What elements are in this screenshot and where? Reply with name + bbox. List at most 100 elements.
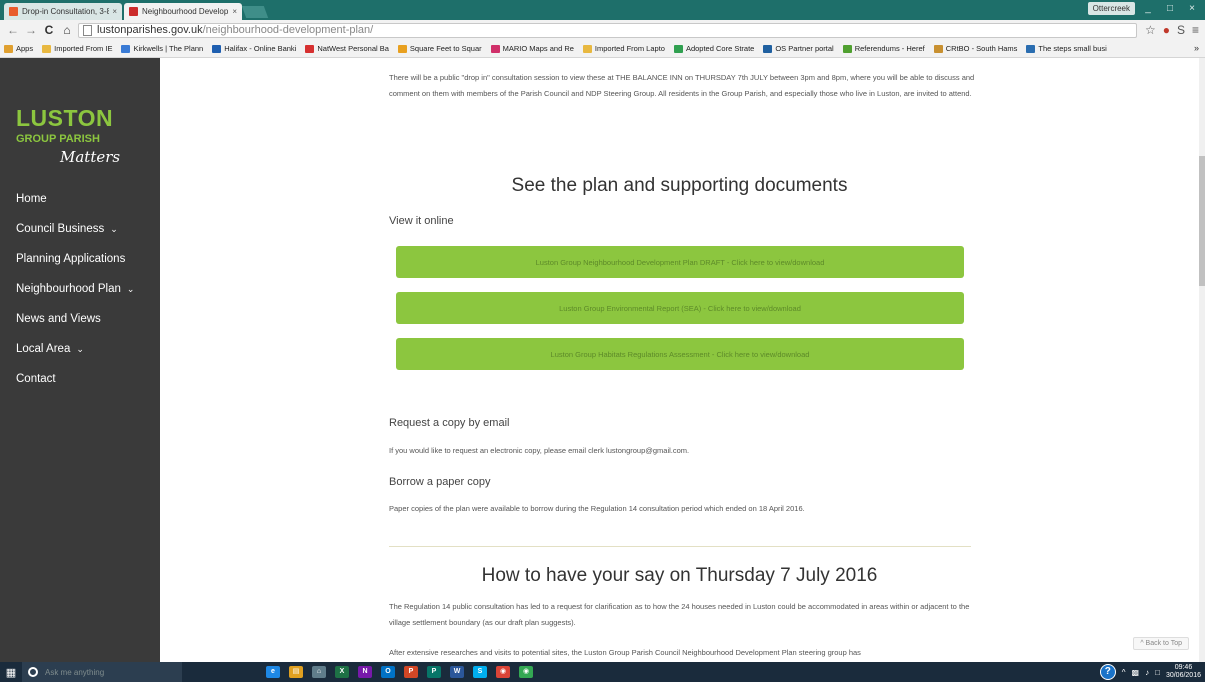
- bookmarks-overflow-icon[interactable]: »: [1194, 43, 1199, 53]
- browser-toolbar: ← → C ⌂ lustonparishes.gov.uk/neighbourh…: [0, 20, 1205, 40]
- nav-item-home[interactable]: Home: [0, 184, 160, 214]
- folder-icon: [42, 44, 52, 53]
- minimize-button[interactable]: _: [1139, 2, 1157, 15]
- person-icon: [1026, 44, 1036, 53]
- site-logo[interactable]: LUSTON GROUP PARISH Matters: [16, 106, 120, 166]
- browser-tab-active[interactable]: Neighbourhood Develop ×: [124, 3, 242, 20]
- back-arrow-icon[interactable]: ←: [6, 23, 20, 37]
- cortana-icon: [28, 667, 38, 677]
- notification-icon[interactable]: □: [1155, 668, 1160, 677]
- environmental-report-download-button[interactable]: Luston Group Environmental Report (SEA) …: [396, 292, 964, 324]
- browser-tabstrip: Drop-in Consultation, 3-8 × Neighbourhoo…: [0, 0, 1205, 20]
- forward-arrow-icon[interactable]: →: [24, 23, 38, 37]
- section-divider: [389, 546, 971, 547]
- have-your-say-heading: How to have your say on Thursday 7 July …: [481, 565, 878, 586]
- tab-close-icon[interactable]: ×: [232, 7, 237, 16]
- profile-button[interactable]: Ottercreek: [1087, 2, 1135, 15]
- plan-heading: See the plan and supporting documents: [511, 175, 848, 196]
- os-icon: [763, 44, 773, 53]
- draft-plan-download-button[interactable]: Luston Group Neighbourhood Development P…: [396, 246, 964, 278]
- favicon-icon: [129, 7, 138, 16]
- windows-start-icon[interactable]: ▦: [0, 666, 22, 679]
- research-paragraph: After extensive researches and visits to…: [389, 648, 861, 657]
- tab-title: Neighbourhood Develop: [142, 7, 229, 16]
- close-window-button[interactable]: ×: [1183, 2, 1201, 15]
- habitats-assessment-download-button[interactable]: Luston Group Habitats Regulations Assess…: [396, 338, 964, 370]
- bookmark-item[interactable]: CRtBO - South Hams: [933, 44, 1017, 53]
- bookmark-item[interactable]: The steps small busi: [1026, 44, 1107, 53]
- new-tab-button[interactable]: [241, 6, 269, 18]
- bookmark-item[interactable]: Imported From Lapto: [582, 44, 665, 53]
- page-icon: [121, 44, 131, 53]
- nav-item-local-area[interactable]: Local Area ⌄: [0, 334, 160, 364]
- bookmark-item[interactable]: Kirkwells | The Plann: [121, 44, 203, 53]
- map-icon: [490, 44, 500, 53]
- edge-icon[interactable]: e: [266, 666, 280, 678]
- request-copy-text: If you would like to request an electron…: [389, 446, 690, 455]
- favicon-icon: [9, 7, 18, 16]
- bookmark-item[interactable]: OS Partner portal: [763, 44, 834, 53]
- skype-icon[interactable]: S: [473, 666, 487, 678]
- page-scrollbar[interactable]: [1199, 58, 1205, 662]
- toolbar-actions: ☆ ● S ≡: [1145, 23, 1199, 37]
- browser-tab[interactable]: Drop-in Consultation, 3-8 ×: [4, 3, 122, 20]
- leaf-icon: [673, 44, 683, 53]
- word-icon[interactable]: W: [450, 666, 464, 678]
- page-icon: [933, 44, 943, 53]
- leaf-icon: [842, 44, 852, 53]
- tab-close-icon[interactable]: ×: [112, 7, 117, 16]
- maximize-button[interactable]: □: [1161, 2, 1179, 15]
- back-to-top-button[interactable]: ^ Back to Top: [1133, 637, 1189, 650]
- network-icon[interactable]: ▩: [1132, 668, 1140, 677]
- nav-item-contact[interactable]: Contact: [0, 364, 160, 394]
- nav-item-neighbourhood-plan[interactable]: Neighbourhood Plan ⌄: [0, 274, 160, 304]
- consultation-paragraph: The Regulation 14 public consultation ha…: [389, 602, 970, 627]
- calculator-icon: [397, 44, 407, 53]
- powerpoint-icon[interactable]: P: [404, 666, 418, 678]
- bookmark-item[interactable]: Square Feet to Squar: [397, 44, 482, 53]
- main-navigation: Home Council Business ⌄ Planning Applicat…: [0, 184, 160, 394]
- onenote-icon[interactable]: N: [358, 666, 372, 678]
- volume-icon[interactable]: ♪: [1145, 668, 1149, 677]
- store-icon[interactable]: ⌂: [312, 666, 326, 678]
- bookmark-item[interactable]: MARIO Maps and Re: [490, 44, 574, 53]
- taskbar-clock[interactable]: 09:46 30/06/2016: [1166, 664, 1201, 680]
- clock-date: 30/06/2016: [1165, 672, 1201, 679]
- extension-icon[interactable]: ●: [1163, 23, 1170, 37]
- extension-s-icon[interactable]: S: [1177, 23, 1185, 37]
- bookmark-item[interactable]: Referendums - Heref: [842, 44, 925, 53]
- bookmark-item[interactable]: Halifax - Online Banki: [212, 44, 296, 53]
- bookmark-item[interactable]: Imported From IE: [42, 44, 112, 53]
- nav-item-council-business[interactable]: Council Business ⌄: [0, 214, 160, 244]
- tray-chevron-icon[interactable]: ^: [1122, 668, 1126, 677]
- home-icon[interactable]: ⌂: [60, 23, 74, 37]
- nav-item-planning-applications[interactable]: Planning Applications: [0, 244, 160, 274]
- site-sidebar: LUSTON GROUP PARISH Matters Home Council…: [0, 58, 160, 662]
- nav-item-news-and-views[interactable]: News and Views: [0, 304, 160, 334]
- bank-icon: [305, 44, 315, 53]
- publisher-icon[interactable]: P: [427, 666, 441, 678]
- url-host: lustonparishes.gov.uk: [97, 24, 203, 36]
- excel-icon[interactable]: X: [335, 666, 349, 678]
- taskbar-search[interactable]: Ask me anything: [22, 662, 182, 682]
- logo-line3: Matters: [60, 148, 121, 166]
- outlook-icon[interactable]: O: [381, 666, 395, 678]
- chrome-alt-icon[interactable]: ◉: [519, 666, 533, 678]
- windows-taskbar: ▦ Ask me anything e ▤ ⌂ X N O P P W S ◉ …: [0, 662, 1205, 682]
- address-bar[interactable]: lustonparishes.gov.uk/neighbourhood-deve…: [78, 22, 1137, 38]
- bookmark-item[interactable]: Apps: [4, 44, 33, 53]
- help-icon[interactable]: ?: [1099, 664, 1116, 680]
- star-bookmark-icon[interactable]: ☆: [1145, 23, 1156, 37]
- scrollbar-thumb[interactable]: [1199, 156, 1205, 286]
- file-explorer-icon[interactable]: ▤: [289, 666, 303, 678]
- chevron-down-icon: ⌄: [110, 224, 118, 234]
- menu-icon[interactable]: ≡: [1192, 23, 1199, 37]
- reload-icon[interactable]: C: [42, 23, 56, 37]
- clock-time: 09:46: [1174, 664, 1193, 671]
- borrow-copy-heading: Borrow a paper copy: [389, 476, 491, 488]
- bookmark-item[interactable]: NatWest Personal Ba: [305, 44, 389, 53]
- taskbar-apps: e ▤ ⌂ X N O P P W S ◉ ◉: [266, 666, 533, 678]
- bookmark-item[interactable]: Adopted Core Strate: [673, 44, 754, 53]
- chrome-icon[interactable]: ◉: [496, 666, 510, 678]
- bookmarks-bar: Apps Imported From IE Kirkwells | The Pl…: [0, 40, 1205, 58]
